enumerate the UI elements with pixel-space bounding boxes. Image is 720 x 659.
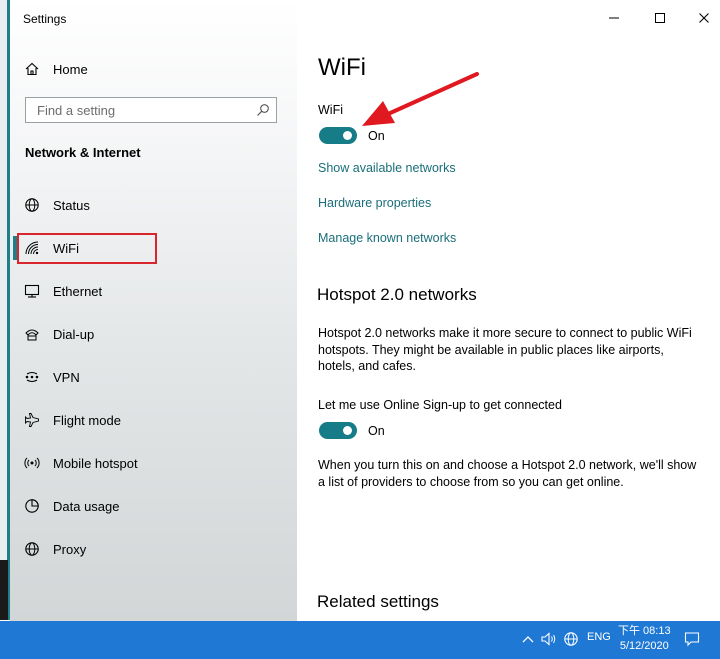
search-icon[interactable] xyxy=(256,103,270,117)
hotspot-icon xyxy=(24,457,40,469)
search-input[interactable] xyxy=(35,101,249,119)
online-signup-toggle[interactable] xyxy=(319,422,357,439)
hotspot-description-line: hotels, and cafes. xyxy=(318,359,416,373)
hotspot-info-line: a list of providers to choose from so yo… xyxy=(318,474,624,489)
airplane-icon xyxy=(25,413,39,427)
show-available-networks-link[interactable]: Show available networks xyxy=(318,161,456,175)
globe-icon xyxy=(25,542,39,556)
sidebar-item-label: Ethernet xyxy=(53,283,103,299)
sidebar-item-proxy[interactable]: Proxy xyxy=(24,537,86,561)
search-box[interactable] xyxy=(25,97,277,123)
hotspot-description-line: Hotspot 2.0 networks make it more secure… xyxy=(318,326,692,340)
annotation-highlight-box xyxy=(17,233,157,264)
sidebar-item-label: Proxy xyxy=(53,541,87,557)
sidebar-item-dial-up[interactable]: Dial-up xyxy=(24,322,94,346)
annotation-arrow-icon xyxy=(362,72,479,126)
sidebar-item-label: Flight mode xyxy=(53,412,121,428)
hotspot-info-line: When you turn this on and choose a Hotsp… xyxy=(318,458,697,472)
sidebar-item-label: Mobile hotspot xyxy=(53,455,138,471)
online-signup-label: Let me use Online Sign-up to get connect… xyxy=(318,398,562,412)
close-icon xyxy=(699,13,709,23)
chevron-up-icon[interactable] xyxy=(522,634,534,644)
vpn-icon xyxy=(25,371,39,383)
settings-window: Settings Home Network & Internet Status … xyxy=(10,0,720,621)
hotspot-description-line: hotspots. They might be available in pub… xyxy=(318,342,664,357)
ethernet-icon xyxy=(24,284,40,298)
notification-icon[interactable] xyxy=(684,631,700,647)
sidebar-item-label: Dial-up xyxy=(53,326,95,342)
related-settings-heading: Related settings xyxy=(317,592,439,611)
dial-up-icon xyxy=(25,329,39,341)
minimize-button[interactable] xyxy=(604,8,624,28)
sidebar-item-label: Data usage xyxy=(53,498,120,514)
minimize-icon xyxy=(609,17,619,19)
maximize-icon xyxy=(655,13,665,23)
volume-icon[interactable] xyxy=(541,632,557,646)
globe-icon xyxy=(25,198,39,212)
taskbar-clock[interactable]: 下午 08:13 5/12/2020 xyxy=(618,624,671,654)
taskbar: ENG 下午 08:13 5/12/2020 xyxy=(0,621,720,659)
sidebar-item-label: VPN xyxy=(53,369,80,385)
window-title: Settings xyxy=(23,12,67,26)
clock-time: 下午 08:13 xyxy=(618,625,671,637)
hotspot-info: When you turn this on and choose a Hotsp… xyxy=(318,457,708,490)
desktop-dark-edge xyxy=(0,560,8,620)
home-label: Home xyxy=(53,61,88,77)
home-nav-item[interactable]: Home xyxy=(24,58,88,80)
sidebar: Settings Home Network & Internet Status … xyxy=(10,0,297,621)
sidebar-item-flight-mode[interactable]: Flight mode xyxy=(24,408,121,432)
close-button[interactable] xyxy=(694,8,714,28)
sidebar-item-ethernet[interactable]: Ethernet xyxy=(24,279,102,303)
sidebar-item-mobile-hotspot[interactable]: Mobile hotspot xyxy=(24,451,138,475)
hotspot-heading: Hotspot 2.0 networks xyxy=(317,285,477,304)
section-header: Network & Internet xyxy=(25,145,141,160)
clock-date: 5/12/2020 xyxy=(619,640,669,652)
wifi-setting-label: WiFi xyxy=(318,103,343,117)
sidebar-item-data-usage[interactable]: Data usage xyxy=(24,494,120,518)
hardware-properties-link[interactable]: Hardware properties xyxy=(318,196,431,210)
data-usage-icon xyxy=(25,499,39,513)
toggle-knob xyxy=(343,426,352,435)
sidebar-item-status[interactable]: Status xyxy=(24,193,90,217)
online-signup-toggle-state: On xyxy=(368,424,385,438)
sidebar-item-vpn[interactable]: VPN xyxy=(24,365,80,389)
network-globe-icon[interactable] xyxy=(563,631,579,647)
maximize-button[interactable] xyxy=(650,8,670,28)
sidebar-item-label: Status xyxy=(53,197,90,213)
hotspot-description: Hotspot 2.0 networks make it more secure… xyxy=(318,325,708,375)
input-language-indicator[interactable]: ENG xyxy=(587,631,611,643)
manage-known-networks-link[interactable]: Manage known networks xyxy=(318,231,456,245)
home-icon xyxy=(25,62,39,76)
